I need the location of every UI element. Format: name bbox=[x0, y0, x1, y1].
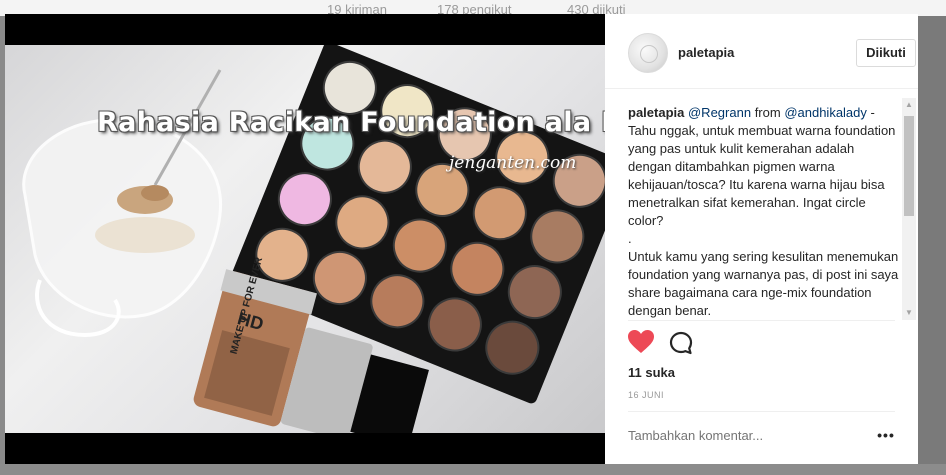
avatar[interactable] bbox=[628, 33, 668, 73]
caption-dot: . bbox=[628, 231, 632, 246]
post-caption: paletapia @Regrann from @andhikalady - T… bbox=[628, 104, 900, 320]
post-media[interactable]: HD MAKE UP FOR EVER Rahasia Racikan Foun… bbox=[5, 14, 605, 464]
mention-andhikalady[interactable]: @andhikalady bbox=[784, 105, 867, 120]
scroll-thumb[interactable] bbox=[904, 116, 914, 216]
like-count[interactable]: 11 suka bbox=[628, 365, 675, 380]
caption-area: paletapia @Regrann from @andhikalady - T… bbox=[605, 90, 918, 320]
caption-from: from bbox=[754, 105, 781, 120]
image-watermark: jenganten.com bbox=[449, 153, 577, 173]
scroll-up-arrow-icon[interactable]: ▲ bbox=[902, 98, 916, 112]
post-date[interactable]: 16 JUNI bbox=[628, 390, 664, 400]
divider bbox=[628, 320, 895, 321]
post-modal: HD MAKE UP FOR EVER Rahasia Racikan Foun… bbox=[5, 14, 918, 464]
backdrop-right bbox=[918, 16, 946, 475]
heart-icon bbox=[628, 330, 654, 353]
caption-dash: - bbox=[870, 105, 875, 120]
post-header: paletapia Diikuti bbox=[605, 14, 918, 89]
header-username[interactable]: paletapia bbox=[678, 45, 734, 60]
post-photo: HD MAKE UP FOR EVER Rahasia Racikan Foun… bbox=[5, 45, 605, 433]
divider bbox=[628, 411, 895, 412]
backdrop-bottom bbox=[0, 464, 946, 475]
image-overlay-title: Rahasia Racikan Foundation ala MUA bbox=[97, 107, 605, 138]
mention-regrann[interactable]: @Regrann bbox=[688, 105, 751, 120]
makeup-palette-illustration: HD MAKE UP FOR EVER bbox=[22, 45, 605, 433]
screen: 19 kiriman 178 pengikut 430 diikuti HD M… bbox=[0, 0, 946, 475]
caption-paragraph-1: Tahu nggak, untuk membuat warna foundati… bbox=[628, 123, 896, 228]
more-options-icon[interactable]: ••• bbox=[875, 428, 897, 444]
scroll-down-arrow-icon[interactable]: ▼ bbox=[902, 306, 916, 320]
caption-paragraph-2: Untuk kamu yang sering kesulitan menemuk… bbox=[628, 249, 899, 318]
comment-icon bbox=[669, 331, 693, 355]
comment-input[interactable] bbox=[628, 428, 848, 443]
post-sidebar: paletapia Diikuti paletapia @Regrann fro… bbox=[605, 14, 918, 464]
following-button[interactable]: Diikuti bbox=[856, 39, 916, 67]
caption-username[interactable]: paletapia bbox=[628, 105, 684, 120]
like-button[interactable] bbox=[628, 330, 654, 356]
comment-button[interactable] bbox=[669, 331, 693, 355]
caption-scrollbar[interactable]: ▲ ▼ bbox=[902, 98, 916, 320]
